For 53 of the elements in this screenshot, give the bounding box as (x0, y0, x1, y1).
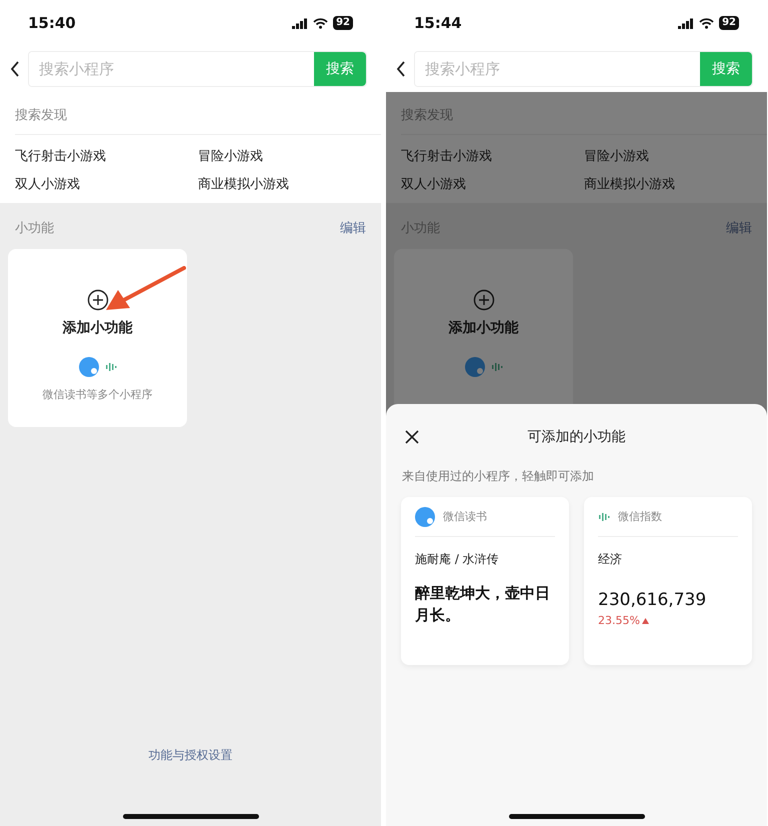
search-button[interactable]: 搜索 (314, 52, 366, 86)
change-percent: 23.55% (598, 614, 640, 627)
quote-source: 施耐庵 / 水浒传 (415, 551, 500, 568)
wifi-icon (699, 18, 714, 28)
suggestion-link[interactable]: 商业模拟小游戏 (198, 175, 381, 193)
wifi-icon (313, 18, 328, 28)
battery-level: 92 (719, 16, 739, 30)
add-icon (86, 289, 108, 311)
settings-link[interactable]: 功能与授权设置 (148, 747, 232, 764)
signal-icon (678, 18, 694, 28)
edit-link[interactable]: 编辑 (340, 219, 366, 237)
app-name: 微信读书 (443, 509, 487, 524)
add-icon (472, 289, 494, 311)
search-bar[interactable]: 搜索小程序 搜索 (28, 51, 367, 87)
waveform-icon (104, 362, 116, 372)
suggestion-link[interactable]: 双人小游戏 (401, 175, 584, 193)
quote-text: 醉里乾坤大，壶中日月长。 (415, 583, 551, 626)
sheet-subtitle: 来自使用过的小程序，轻触即可添加 (401, 468, 595, 485)
app-icon (78, 357, 98, 377)
section-heading: 搜索发现 (15, 92, 381, 135)
close-icon[interactable] (404, 429, 420, 445)
back-icon[interactable] (10, 61, 20, 77)
index-value: 230,616,739 (598, 590, 708, 610)
edit-link[interactable]: 编辑 (726, 219, 752, 237)
widget-card[interactable]: 微信指数 经济 230,616,739 23.55% (584, 497, 752, 665)
suggestion-link[interactable]: 双人小游戏 (15, 175, 198, 193)
section-heading: 搜索发现 (401, 92, 767, 135)
app-icon (415, 506, 435, 526)
index-topic: 经济 (598, 551, 623, 568)
suggestion-link[interactable]: 冒险小游戏 (198, 147, 381, 165)
search-bar[interactable]: 搜索小程序 搜索 (414, 51, 753, 87)
suggestion-link[interactable]: 飞行射击小游戏 (15, 147, 198, 165)
card-title: 添加小功能 (448, 319, 518, 337)
suggestion-link[interactable]: 飞行射击小游戏 (401, 147, 584, 165)
back-icon[interactable] (396, 61, 406, 77)
up-triangle-icon (642, 618, 649, 624)
card-subtitle: 微信读书等多个小程序 (42, 387, 152, 402)
search-button[interactable]: 搜索 (700, 52, 752, 86)
add-widget-card[interactable]: 添加小功能 微信读书等多个小程序 (8, 249, 187, 427)
suggestion-link[interactable]: 冒险小游戏 (584, 147, 767, 165)
widget-card[interactable]: 微信读书 施耐庵 / 水浒传 醉里乾坤大，壶中日月长。 (401, 497, 569, 665)
sheet-title: 可添加的小功能 (526, 428, 626, 446)
signal-icon (292, 18, 308, 28)
battery-level: 92 (333, 16, 353, 30)
section-heading: 小功能 (15, 220, 54, 237)
card-title: 添加小功能 (62, 319, 132, 337)
status-time: 15:44 (414, 14, 462, 32)
status-time: 15:40 (28, 14, 76, 32)
waveform-icon (598, 512, 610, 522)
app-name: 微信指数 (618, 509, 662, 524)
app-icon (464, 357, 484, 377)
waveform-icon (490, 362, 502, 372)
suggestion-link[interactable]: 商业模拟小游戏 (584, 175, 767, 193)
